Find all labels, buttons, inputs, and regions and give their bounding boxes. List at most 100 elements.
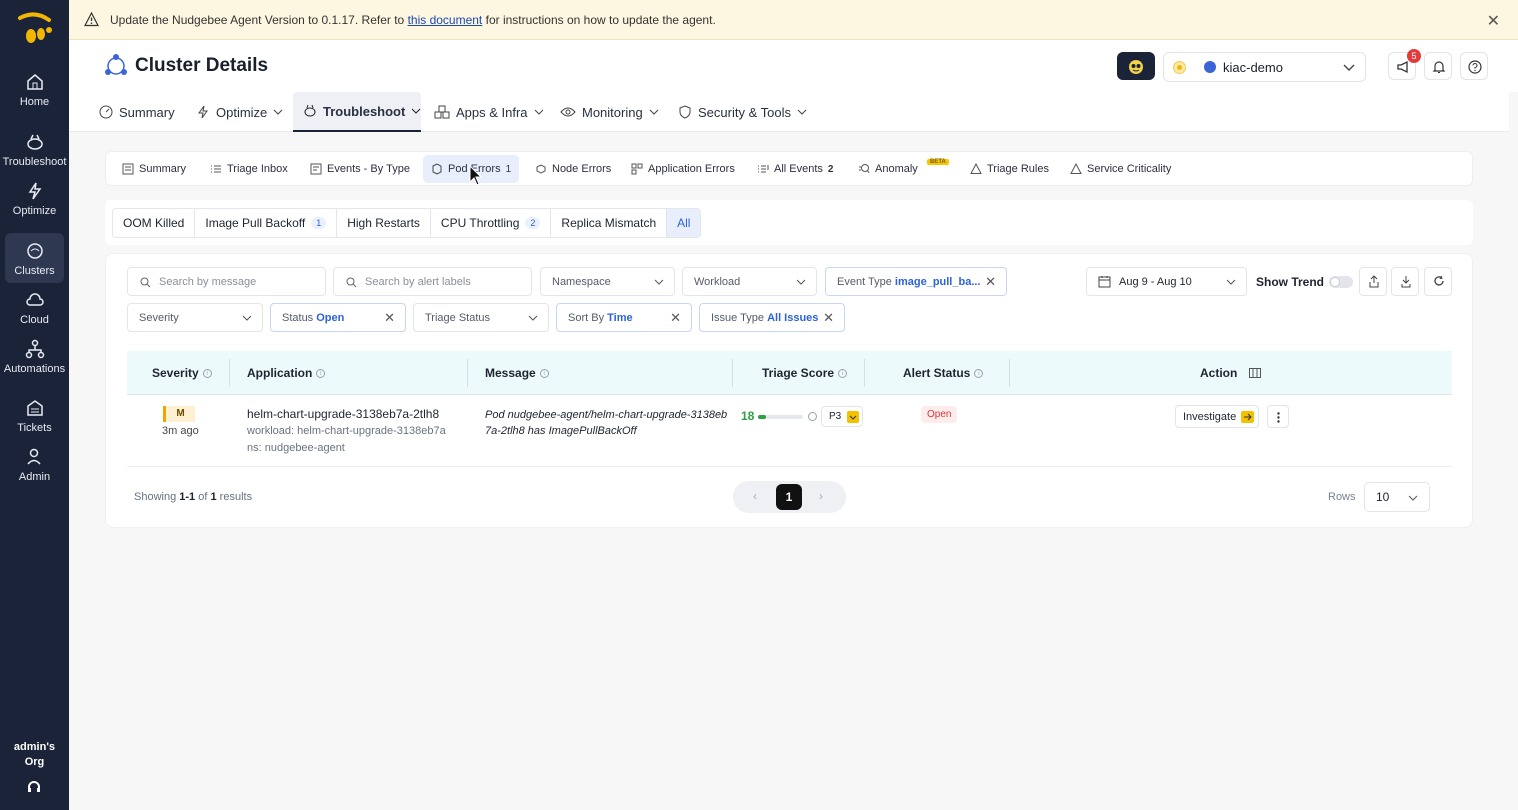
download-button[interactable]: [1391, 267, 1419, 296]
subtab-anomaly[interactable]: Anomaly BETA: [850, 155, 949, 183]
info-icon[interactable]: i: [539, 368, 549, 378]
issue-type-filter[interactable]: Issue Type All Issues ✕: [699, 303, 845, 332]
cluster-selector[interactable]: kiac-demo: [1163, 52, 1366, 82]
tab-optimize[interactable]: Optimize: [196, 92, 283, 132]
tab-apps-infra[interactable]: Apps & Infra: [434, 92, 544, 132]
nav-tickets[interactable]: Tickets: [0, 398, 69, 434]
subtab-events-by-type[interactable]: Events - By Type: [302, 155, 418, 183]
node-icon: [536, 164, 546, 174]
headset-icon[interactable]: [27, 780, 41, 794]
column-label: Alert Status: [903, 366, 971, 380]
subtab-triage-rules[interactable]: Triage Rules: [962, 155, 1057, 183]
share-icon: [1369, 275, 1379, 288]
notifications-button[interactable]: [1424, 52, 1452, 80]
banner-document-link[interactable]: this document: [408, 13, 483, 27]
subtab-anomaly-label: Anomaly: [875, 163, 918, 175]
subtab-application-errors[interactable]: Application Errors: [623, 155, 743, 183]
share-button[interactable]: [1359, 267, 1387, 296]
nav-clusters[interactable]: Clusters: [0, 233, 69, 283]
bee-troubleshoot-icon: [26, 134, 43, 150]
column-application[interactable]: Application i: [247, 366, 326, 380]
workload-select[interactable]: Workload: [682, 267, 817, 296]
nav-home[interactable]: Home: [0, 72, 69, 108]
chip-high-restarts[interactable]: High Restarts: [337, 209, 431, 237]
nav-cloud[interactable]: Cloud: [0, 290, 69, 326]
date-range-picker[interactable]: Aug 9 - Aug 10: [1086, 267, 1247, 296]
next-page-button[interactable]: ›: [819, 489, 823, 503]
subtab-summary-label: Summary: [139, 163, 187, 175]
nav-automations[interactable]: Automations: [0, 339, 69, 375]
investigate-button[interactable]: Investigate: [1175, 405, 1259, 428]
tab-monitoring[interactable]: Monitoring: [560, 92, 659, 132]
results-suffix: results: [219, 491, 253, 503]
subtab-summary[interactable]: Summary: [114, 155, 194, 183]
rows-per-page-select[interactable]: 10: [1364, 482, 1430, 512]
sort-by-filter[interactable]: Sort By Time ✕: [556, 303, 692, 332]
clear-filter-icon[interactable]: ✕: [985, 274, 996, 290]
event-type-filter[interactable]: Event Type image_pull_ba... ✕: [825, 267, 1007, 296]
subtab-all-events[interactable]: All Events 2: [749, 155, 841, 183]
troubleshoot-subtabs: Summary Triage Inbox Events - By Type Po…: [105, 151, 1473, 186]
chip-image-pull-backoff[interactable]: Image Pull Backoff 1: [195, 209, 338, 237]
column-severity[interactable]: Severity i: [152, 366, 212, 380]
tab-troubleshoot[interactable]: Troubleshoot: [293, 92, 421, 132]
severity-select[interactable]: Severity: [127, 303, 263, 332]
table-row[interactable]: M 3m ago helm-chart-upgrade-3138eb7a-2tl…: [127, 395, 1452, 467]
subtab-triage-inbox-label: Triage Inbox: [227, 163, 288, 175]
application-name[interactable]: helm-chart-upgrade-3138eb7a-2tlh8: [247, 407, 439, 421]
announcements-button[interactable]: 5: [1388, 49, 1421, 80]
current-page[interactable]: 1: [776, 484, 802, 510]
subtab-service-criticality[interactable]: Service Criticality: [1062, 155, 1179, 183]
namespace-select[interactable]: Namespace: [540, 267, 675, 296]
show-trend-toggle[interactable]: [1329, 276, 1353, 288]
column-triage-score[interactable]: Triage Score i: [762, 366, 848, 380]
main-tabs: Summary Optimize Troubleshoot Apps & Inf…: [69, 92, 1509, 132]
search-labels-input[interactable]: Search by alert labels: [333, 267, 532, 296]
column-label: Action: [1200, 366, 1238, 380]
more-actions-button[interactable]: [1267, 405, 1289, 428]
admin-icon: [26, 448, 41, 465]
triage-status-select[interactable]: Triage Status: [413, 303, 549, 332]
info-icon[interactable]: i: [974, 368, 984, 378]
refresh-button[interactable]: [1424, 267, 1452, 296]
info-icon[interactable]: [808, 412, 817, 421]
previous-page-button[interactable]: ‹: [753, 489, 757, 503]
info-icon[interactable]: i: [838, 368, 848, 378]
column-message[interactable]: Message i: [485, 366, 549, 380]
info-icon[interactable]: i: [316, 368, 326, 378]
chip-cpu-throttling[interactable]: CPU Throttling 2: [431, 209, 552, 237]
nav-admin[interactable]: Admin: [0, 447, 69, 483]
subtab-triage-inbox[interactable]: Triage Inbox: [202, 155, 296, 183]
nudgebee-logo[interactable]: [15, 10, 55, 50]
chip-all[interactable]: All: [667, 209, 701, 237]
subtab-node-errors[interactable]: Node Errors: [527, 155, 619, 183]
error-message-line1: Pod nudgebee-agent/helm-chart-upgrade-31…: [485, 409, 728, 421]
chip-replica-mismatch[interactable]: Replica Mismatch: [551, 209, 668, 237]
nav-troubleshoot[interactable]: Troubleshoot: [0, 132, 69, 168]
notification-count-badge: 5: [1407, 49, 1421, 63]
chip-label: Image Pull Backoff: [205, 216, 306, 230]
show-trend-label: Show Trend: [1256, 275, 1325, 289]
nav-tickets-label: Tickets: [17, 422, 52, 434]
banner-close-button[interactable]: ✕: [1487, 11, 1500, 31]
help-button[interactable]: [1460, 52, 1488, 80]
workload-label: Workload: [694, 276, 741, 288]
status-filter[interactable]: Status Open ✕: [270, 303, 406, 332]
tab-summary[interactable]: Summary: [99, 92, 175, 132]
clear-filter-icon[interactable]: ✕: [670, 310, 681, 326]
clear-filter-icon[interactable]: ✕: [823, 310, 834, 326]
org-name[interactable]: admin's Org: [0, 740, 69, 770]
columns-icon[interactable]: [1249, 368, 1262, 378]
chevron-down-icon: [649, 109, 659, 115]
chip-oom-killed[interactable]: OOM Killed: [113, 209, 196, 237]
search-message-input[interactable]: Search by message: [127, 267, 326, 296]
clear-filter-icon[interactable]: ✕: [384, 310, 395, 326]
column-action: Action: [1200, 366, 1262, 380]
priority-select[interactable]: P3: [821, 406, 863, 427]
ai-assistant-button[interactable]: [1117, 52, 1155, 80]
info-icon[interactable]: i: [202, 368, 212, 378]
mouse-cursor-icon: [469, 165, 483, 186]
column-alert-status[interactable]: Alert Status i: [903, 366, 984, 380]
nav-optimize[interactable]: Optimize: [0, 181, 69, 217]
tab-security-tools[interactable]: Security & Tools: [678, 92, 807, 132]
